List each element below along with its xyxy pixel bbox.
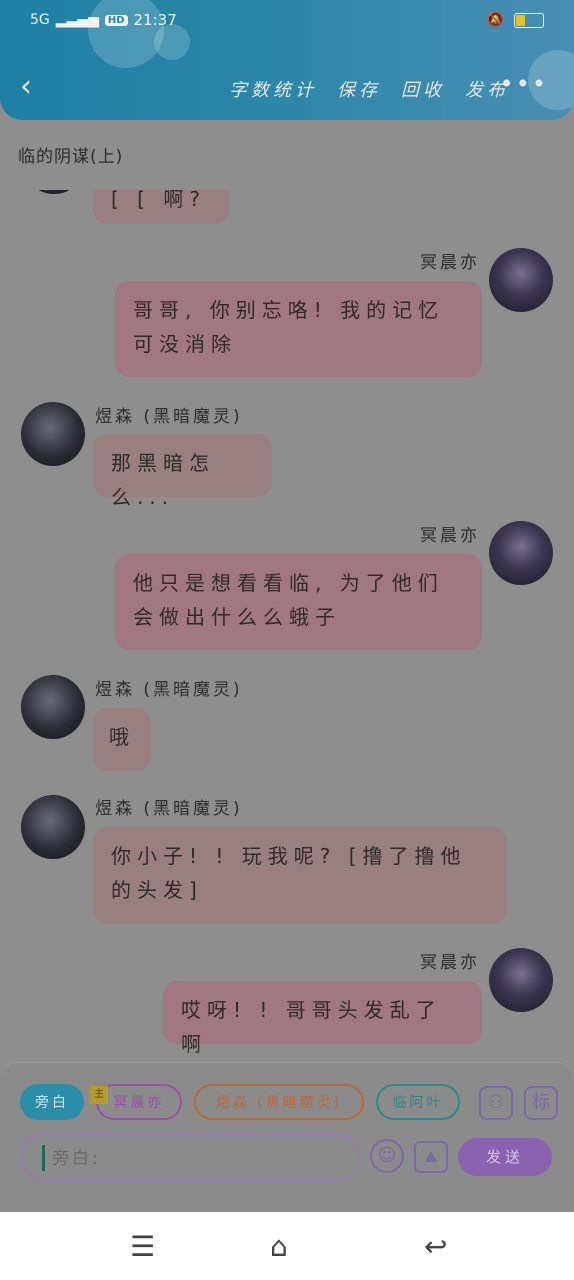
smile-icon[interactable]: ☺ xyxy=(370,1139,404,1173)
system-nav-bar: ☰ ⌂ ↩ xyxy=(0,1212,574,1280)
text-cursor xyxy=(42,1145,45,1171)
send-button[interactable]: 发送 xyxy=(458,1138,552,1176)
message-bubble[interactable]: 哥哥, 你别忘咯! 我的记忆可没消除 xyxy=(115,281,482,377)
home-icon[interactable]: ⌂ xyxy=(270,1230,288,1263)
message-bubble[interactable]: 那黑暗怎么... xyxy=(93,434,272,509)
tag-button[interactable]: 标 xyxy=(524,1086,558,1120)
role-chip-linaye[interactable]: 临阿叶 xyxy=(376,1084,460,1120)
chat-list[interactable]: [ [ 啊? 冥晨亦 哥哥, 你别忘咯! 我的记忆可没消除 煜森 (黑暗魔灵) … xyxy=(0,190,574,1060)
signal-icon: ▂▃▄▅ xyxy=(55,12,99,28)
back-button[interactable]: ‹ xyxy=(20,72,32,102)
clock: 21:37 xyxy=(133,11,177,29)
avatar[interactable] xyxy=(21,402,85,466)
person-icon[interactable]: ⚇ xyxy=(479,1086,513,1120)
avatar[interactable] xyxy=(489,521,553,585)
message-input-field[interactable] xyxy=(50,1143,344,1175)
role-chip-mingchenyi[interactable]: 冥晨亦 xyxy=(96,1084,182,1120)
hd-badge: HD xyxy=(104,14,128,26)
role-chip-narrator[interactable]: 旁白 xyxy=(20,1084,84,1120)
avatar[interactable] xyxy=(21,795,85,859)
sender-name: 冥晨亦 xyxy=(420,526,480,546)
header-actions: 字数统计 保存 回收 发布 xyxy=(229,76,509,102)
word-count-button[interactable]: 字数统计 xyxy=(229,76,317,102)
message-bubble[interactable]: 你小子! ! 玩我呢? [撸了撸他的头发] xyxy=(93,827,507,924)
sender-name: 煜森 (黑暗魔灵) xyxy=(95,680,243,700)
message-bubble[interactable]: [ [ 啊? xyxy=(93,190,229,224)
back-icon[interactable]: ↩ xyxy=(424,1230,447,1263)
message-bubble[interactable]: 哎呀! ! 哥哥头发乱了啊 xyxy=(163,981,482,1056)
menu-icon[interactable]: ☰ xyxy=(130,1230,155,1263)
app-header: 5G ▂▃▄▅ HD 21:37 🔕 ‹ 字数统计 保存 回收 发布 ••• xyxy=(0,0,574,120)
more-icon[interactable]: ••• xyxy=(500,70,548,98)
avatar[interactable] xyxy=(22,190,86,194)
message-input[interactable] xyxy=(20,1133,360,1181)
sender-name: 煜森 (黑暗魔灵) xyxy=(95,407,243,427)
avatar[interactable] xyxy=(489,248,553,312)
network-indicator: 5G xyxy=(30,12,50,28)
battery-icon xyxy=(514,12,544,28)
message-bubble[interactable]: 哦 xyxy=(93,708,151,771)
sender-name: 冥晨亦 xyxy=(420,953,480,973)
role-chip-yusen[interactable]: 煜森 (黑暗魔灵) xyxy=(194,1084,364,1120)
avatar[interactable] xyxy=(21,675,85,739)
save-button[interactable]: 保存 xyxy=(337,76,381,102)
main-role-badge: 主 xyxy=(90,1086,108,1104)
sender-name: 冥晨亦 xyxy=(420,253,480,273)
image-icon[interactable]: ⛰ xyxy=(414,1141,448,1173)
status-bar: 5G ▂▃▄▅ HD 21:37 🔕 xyxy=(30,8,544,34)
chapter-title: 临的阴谋(上) xyxy=(18,147,124,167)
recycle-button[interactable]: 回收 xyxy=(401,76,445,102)
avatar[interactable] xyxy=(489,948,553,1012)
sender-name: 煜森 (黑暗魔灵) xyxy=(95,799,243,819)
message-bubble[interactable]: 他只是想看看临, 为了他们会做出什么么蛾子 xyxy=(115,554,482,650)
mute-bell-icon: 🔕 xyxy=(486,12,504,28)
